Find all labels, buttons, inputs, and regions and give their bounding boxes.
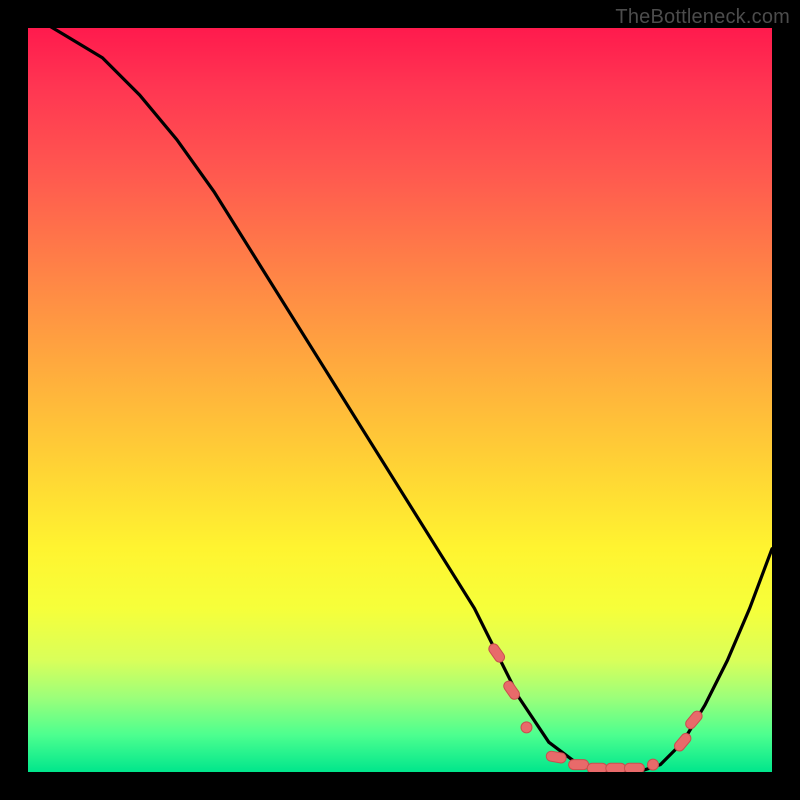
marker-capsule	[487, 642, 507, 664]
marker-capsule	[569, 760, 589, 770]
marker-capsule	[587, 763, 607, 772]
marker-capsule	[684, 709, 705, 731]
marker-capsule	[672, 731, 693, 753]
chart-svg	[28, 28, 772, 772]
marker-capsule	[624, 763, 644, 772]
plot-area	[28, 28, 772, 772]
marker-dot	[521, 722, 532, 733]
watermark-text: TheBottleneck.com	[615, 6, 790, 29]
marker-capsule	[606, 763, 626, 772]
outer-frame: TheBottleneck.com	[0, 0, 800, 800]
bottleneck-curve-path	[28, 28, 772, 772]
marker-capsule	[502, 679, 522, 701]
marker-dot	[648, 759, 659, 770]
